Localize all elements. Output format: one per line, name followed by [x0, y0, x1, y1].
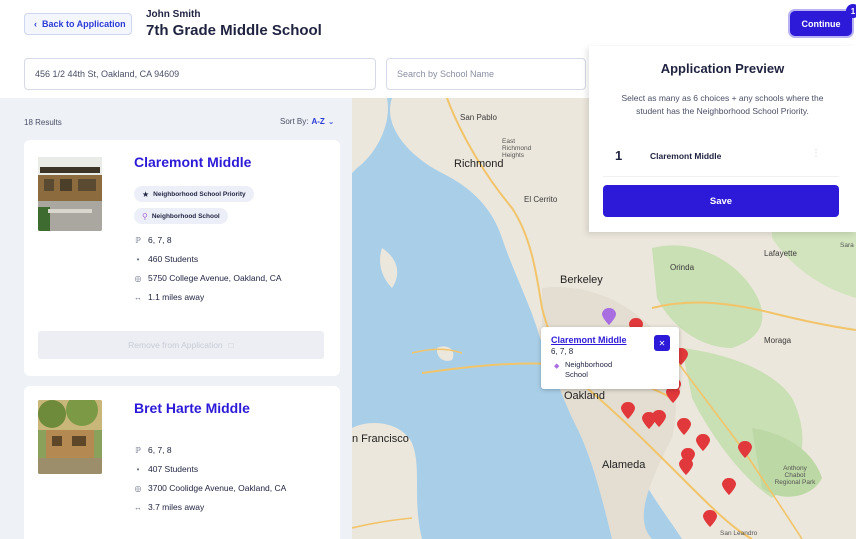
- map-label-san-francisco: n Francisco: [352, 433, 409, 445]
- results-count: 18 Results: [24, 118, 62, 127]
- grades-value: 6, 7, 8: [148, 235, 172, 245]
- students-value: 460 Students: [148, 254, 199, 264]
- map-label-richmond: Richmond: [454, 158, 504, 170]
- map-label-lafayette: Lafayette: [764, 249, 797, 258]
- grades-info: ℙ 6, 7, 8: [134, 445, 172, 455]
- drag-handle-icon[interactable]: ⋮: [811, 148, 821, 159]
- map-label-san-pablo: San Pablo: [460, 113, 497, 122]
- school-name[interactable]: Claremont Middle: [134, 154, 294, 170]
- star-icon: ★: [142, 189, 150, 199]
- results-list[interactable]: 18 Results Sort By: A-Z ⌄ Claremont Midd…: [0, 98, 352, 539]
- back-to-application-button[interactable]: ‹ Back to Application: [24, 13, 132, 35]
- neighborhood-tag-label: Neighborhood School: [151, 212, 220, 220]
- students-info: • 407 Students: [134, 464, 199, 474]
- sort-label: Sort By:: [280, 117, 309, 126]
- students-value: 407 Students: [148, 464, 199, 474]
- map-label-san-leandro: San Leandro: [720, 530, 758, 537]
- remove-label: Remove from Application: [128, 340, 223, 350]
- school-pin[interactable]: [696, 434, 710, 451]
- address-input[interactable]: [24, 58, 376, 90]
- address-info: ◎ 3700 Coolidge Avenue, Oakland, CA: [134, 483, 287, 493]
- map-label-el-cerrito: El Cerrito: [524, 195, 558, 204]
- student-name: John Smith: [146, 9, 201, 20]
- location-icon: ◎: [134, 483, 142, 493]
- school-pin[interactable]: [679, 458, 693, 475]
- choice-row[interactable]: 1 Claremont Middle ⋮: [603, 134, 839, 177]
- popup-grades: 6, 7, 8: [551, 347, 574, 356]
- student-icon: •: [136, 254, 140, 264]
- map-label-oakland: Oakland: [564, 390, 605, 402]
- page-title: 7th Grade Middle School: [146, 22, 322, 39]
- distance-icon: ↔: [134, 502, 142, 512]
- map-label-berkeley: Berkeley: [560, 274, 603, 286]
- map-label-moraga: Moraga: [764, 336, 792, 345]
- choice-school-name: Claremont Middle: [650, 151, 722, 161]
- grades-value: 6, 7, 8: [148, 445, 172, 455]
- school-search-input[interactable]: [386, 58, 586, 90]
- distance-info: ↔ 1.1 miles away: [134, 292, 204, 302]
- map-school-popup: Claremont Middle 6, 7, 8 ◆ Neighborhood …: [541, 327, 679, 389]
- application-preview-panel: Application Preview Select as many as 6 …: [589, 46, 856, 232]
- grades-info: ℙ 6, 7, 8: [134, 235, 172, 245]
- grades-icon: ℙ: [135, 235, 141, 245]
- address-info: ◎ 5750 College Avenue, Oakland, CA: [134, 273, 282, 283]
- address-value: 3700 Coolidge Avenue, Oakland, CA: [148, 483, 287, 493]
- map-label-sara: Sara: [840, 242, 854, 249]
- header: ‹ Back to Application John Smith 7th Gra…: [0, 0, 856, 50]
- school-pin[interactable]: [722, 478, 736, 495]
- address-value: 5750 College Avenue, Oakland, CA: [148, 273, 282, 283]
- popup-tag-label: Neighborhood School: [565, 360, 613, 379]
- distance-info: ↔ 3.7 miles away: [134, 502, 204, 512]
- school-name[interactable]: Bret Harte Middle: [134, 400, 294, 416]
- chevron-down-icon: ⌄: [327, 117, 335, 126]
- distance-icon: ↔: [134, 292, 142, 302]
- grades-icon: ℙ: [135, 445, 141, 455]
- sort-value: A-Z: [311, 117, 325, 126]
- location-pin-icon: ◆: [554, 363, 560, 370]
- map-label-east-richmond: East Richmond Heights: [502, 138, 532, 159]
- students-info: • 460 Students: [134, 254, 199, 264]
- school-pin[interactable]: [703, 510, 717, 527]
- location-icon: ◎: [134, 273, 142, 283]
- preview-description: Select as many as 6 choices + any school…: [621, 93, 824, 116]
- location-pin-icon: ⚲: [142, 211, 148, 221]
- school-card[interactable]: Bret Harte Middle ℙ 6, 7, 8 • 407 Studen…: [24, 386, 340, 539]
- save-button[interactable]: Save: [603, 185, 839, 217]
- school-photo: [38, 157, 102, 231]
- map-label-orinda: Orinda: [670, 263, 695, 272]
- close-icon[interactable]: ✕: [654, 335, 670, 351]
- continue-button[interactable]: Continue: [790, 11, 852, 36]
- popup-neighborhood-tag: ◆ Neighborhood School: [551, 360, 631, 380]
- popup-school-link[interactable]: Claremont Middle: [551, 335, 627, 345]
- distance-value: 3.7 miles away: [148, 502, 205, 512]
- school-search-page: ‹ Back to Application John Smith 7th Gra…: [0, 0, 856, 539]
- chevron-left-icon: ‹: [34, 19, 37, 29]
- student-icon: •: [136, 464, 140, 474]
- choice-rank: 1: [615, 148, 623, 163]
- neighborhood-tag: ⚲ Neighborhood School: [134, 208, 228, 224]
- sort-dropdown[interactable]: Sort By: A-Z ⌄: [280, 117, 334, 126]
- remove-from-application-button[interactable]: Remove from Application □: [38, 331, 324, 359]
- choices-count-badge: 1: [846, 4, 856, 18]
- preview-title: Application Preview: [660, 61, 785, 76]
- map-label-anthony-chabot: Anthony Chabot Regional Park: [774, 465, 816, 486]
- trash-icon: □: [228, 340, 234, 350]
- back-label: Back to Application: [42, 19, 126, 29]
- map-label-alameda: Alameda: [602, 459, 646, 471]
- priority-tag: ★ Neighborhood School Priority: [134, 186, 254, 202]
- distance-value: 1.1 miles away: [148, 292, 205, 302]
- school-photo: [38, 400, 102, 474]
- school-pin[interactable]: [677, 418, 691, 435]
- priority-tag-label: Neighborhood School Priority: [153, 190, 246, 198]
